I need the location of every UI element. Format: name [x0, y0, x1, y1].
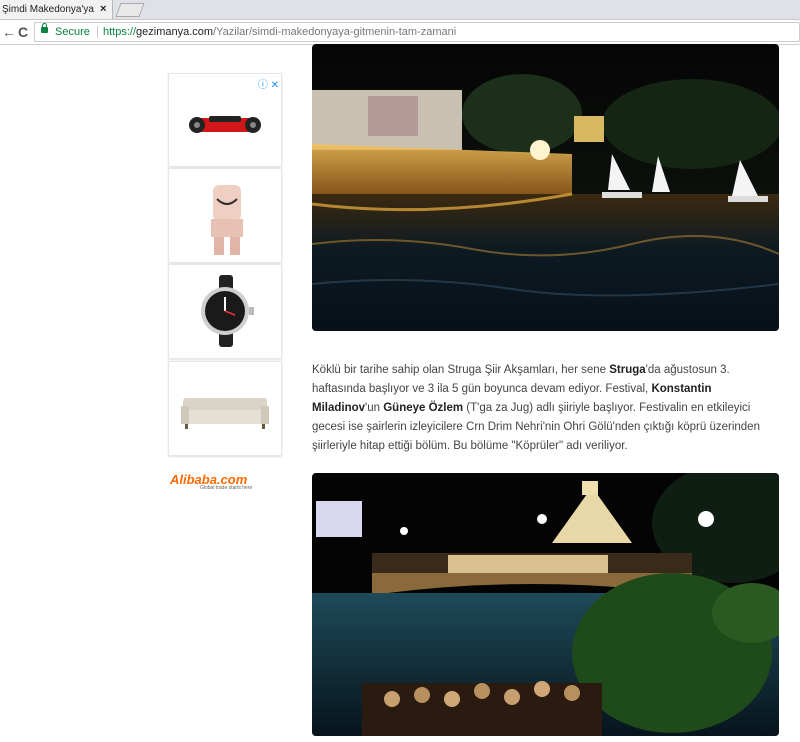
bridge-photo — [312, 473, 779, 736]
omnibox[interactable]: Secure https://gezimanya.com/Yazilar/sim… — [34, 22, 800, 42]
url-host: gezimanya.com — [136, 26, 214, 38]
ad-sofa[interactable] — [168, 361, 282, 456]
url-text[interactable]: https://gezimanya.com/Yazilar/simdi-make… — [103, 23, 456, 41]
ad-hoverboard[interactable]: ⓘ ✕ — [168, 73, 282, 167]
alibaba-tagline: Global trade starts here — [200, 485, 253, 491]
fountain-photo-image — [312, 44, 779, 331]
url-protocol: https:// — [103, 26, 137, 38]
omnibox-separator — [97, 26, 98, 38]
article-paragraph: Köklü bir tarihe sahip olan Struga Şiir … — [312, 361, 782, 456]
reload-icon[interactable]: C — [18, 22, 28, 42]
tab-title: Şimdi Makedonya'ya gitmenin tam zamanı — [2, 4, 94, 15]
fountain-photo — [312, 44, 779, 331]
address-bar-row: ← C Secure https://gezimanya.com/Yazilar… — [0, 20, 800, 45]
back-arrow-icon[interactable]: ← — [2, 22, 16, 42]
lock-icon — [41, 23, 48, 33]
new-tab-button[interactable] — [115, 3, 145, 17]
bridge-photo-image — [312, 473, 779, 736]
ad-watch[interactable] — [168, 264, 282, 359]
url-path: /Yazilar/simdi-makedonyaya-gitmenin-tam-… — [213, 26, 457, 38]
sofa-image — [181, 398, 269, 429]
ad-lingerie[interactable] — [168, 168, 282, 263]
alibaba-logo[interactable]: Alibaba.com Global trade starts here — [170, 472, 270, 492]
article-bold-struga: Struga — [609, 364, 646, 376]
article-text-3: 'un — [365, 402, 384, 414]
watch-image — [201, 275, 254, 347]
tab-strip: Şimdi Makedonya'ya gitmenin tam zamanı × — [0, 0, 800, 20]
lingerie-image — [211, 185, 243, 255]
article-text-1: Köklü bir tarihe sahip olan Struga Şiir … — [312, 364, 610, 376]
article-bold-poem: Güneye Özlem — [383, 402, 464, 414]
secure-label: Secure — [55, 26, 90, 38]
tab-close-icon[interactable]: × — [100, 0, 106, 19]
adchoices-icon[interactable]: ⓘ ✕ — [258, 76, 279, 91]
browser-tab[interactable]: Şimdi Makedonya'ya gitmenin tam zamanı × — [0, 0, 113, 19]
